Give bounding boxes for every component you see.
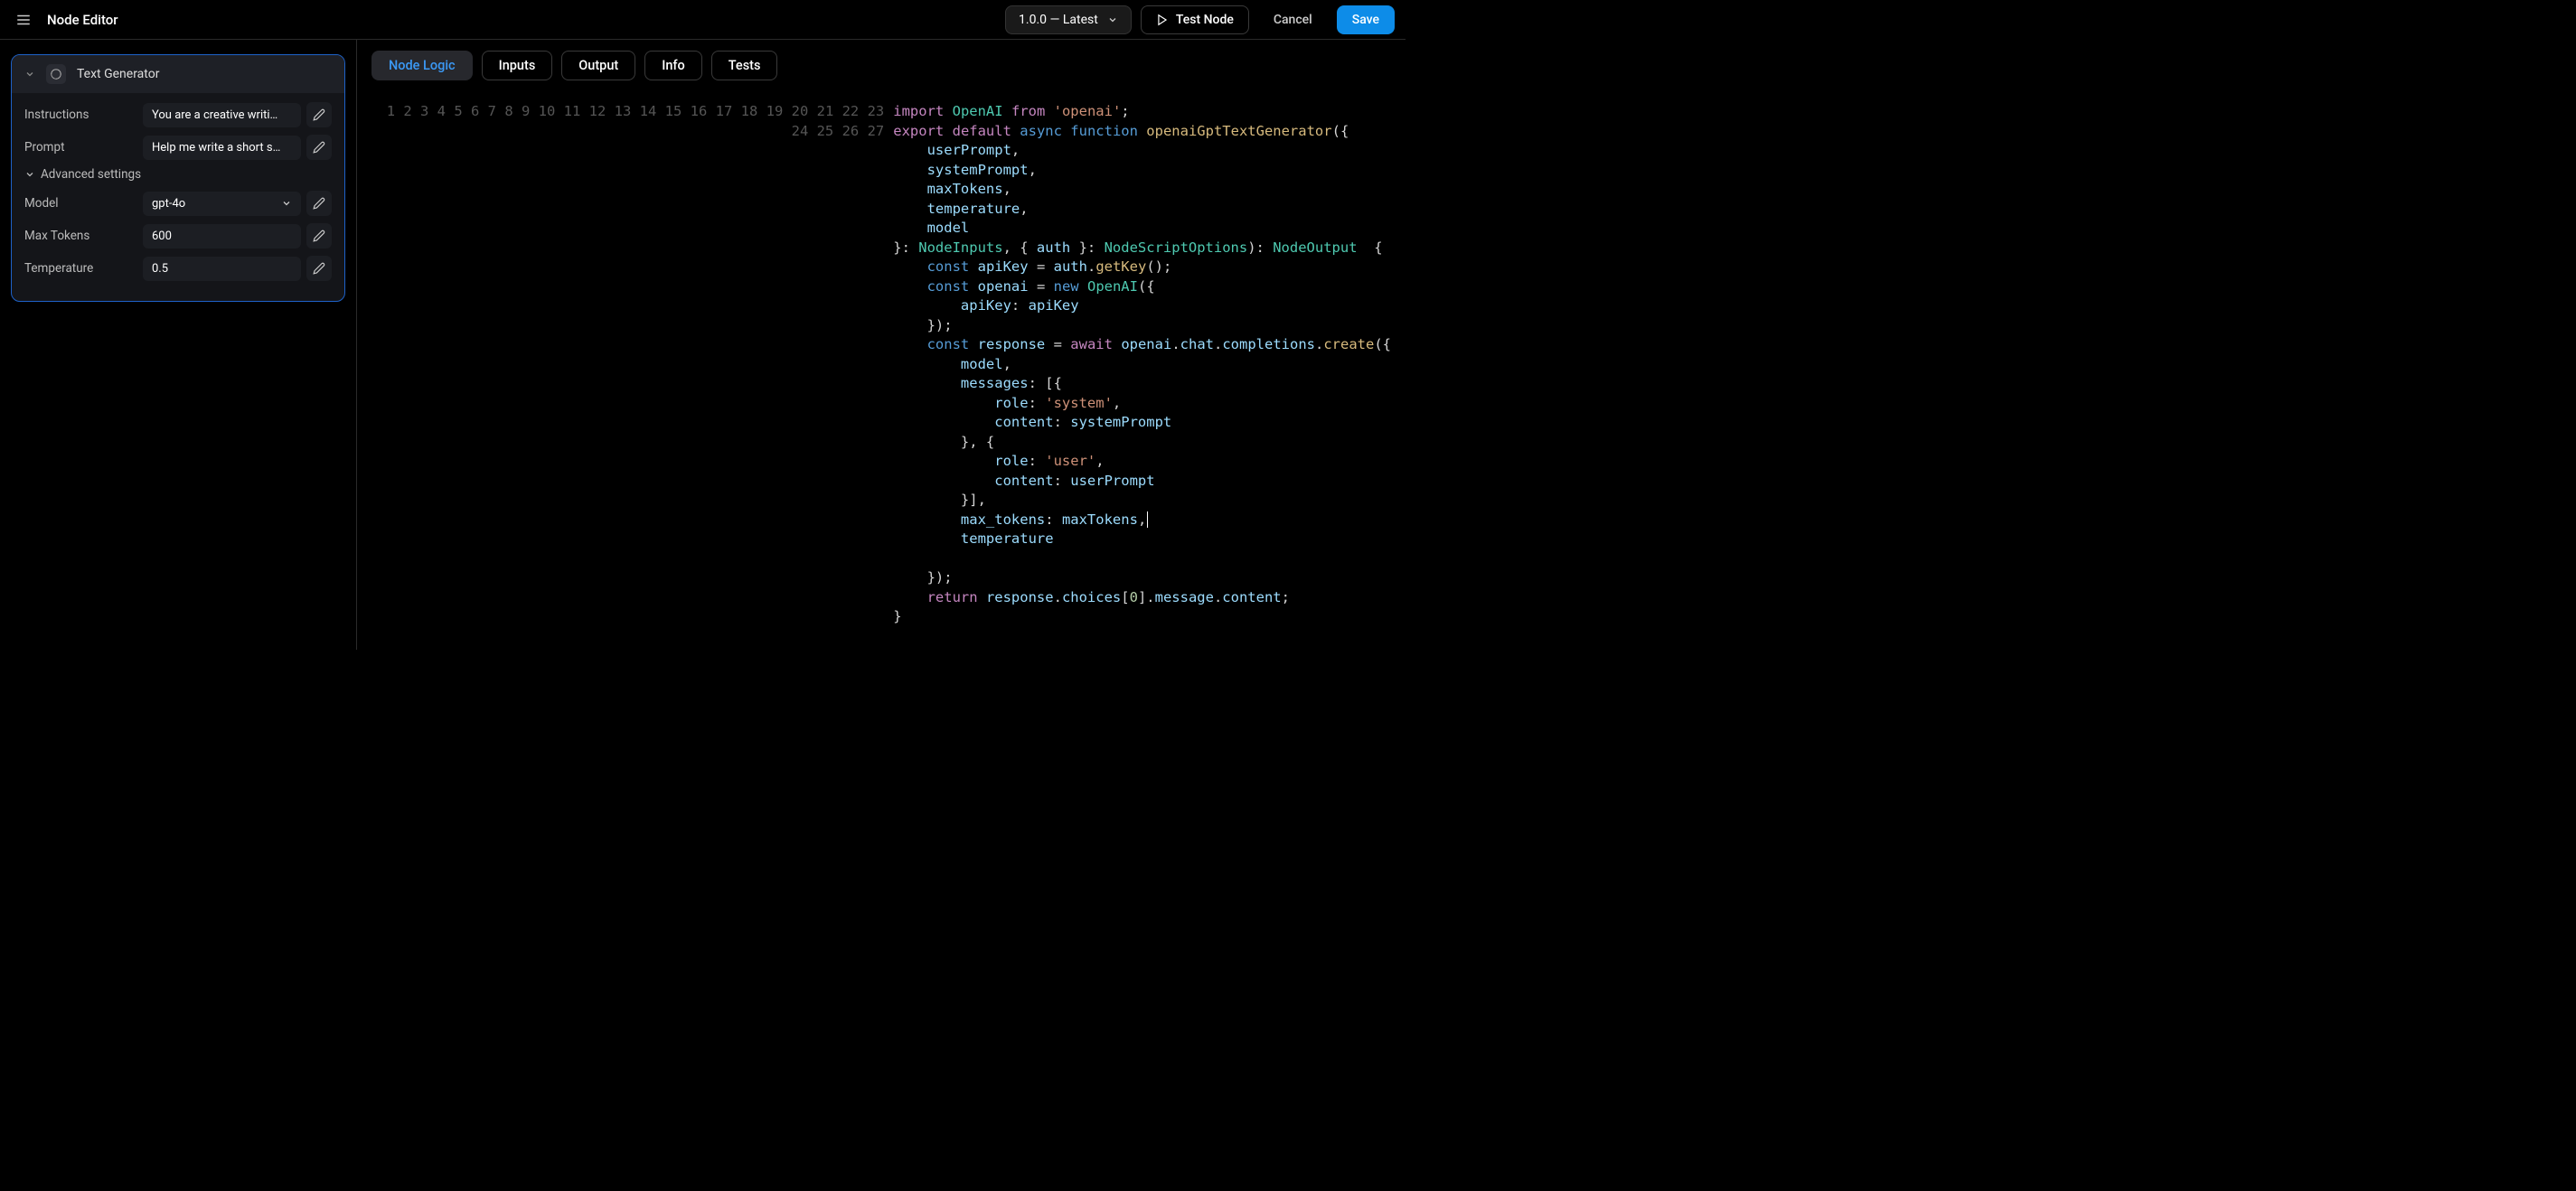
tab-node-logic[interactable]: Node Logic bbox=[371, 51, 473, 80]
version-select[interactable]: 1.0.0 — Latest bbox=[1005, 5, 1132, 34]
chevron-down-icon bbox=[24, 169, 35, 180]
node-title: Text Generator bbox=[77, 67, 159, 81]
pencil-icon bbox=[313, 108, 325, 121]
page-title: Node Editor bbox=[47, 12, 118, 28]
sidebar: Text Generator Instructions You are a cr… bbox=[0, 40, 357, 650]
node-card: Text Generator Instructions You are a cr… bbox=[11, 54, 345, 302]
instructions-value[interactable]: You are a creative writi… bbox=[143, 103, 301, 127]
line-gutter: 1 2 3 4 5 6 7 8 9 10 11 12 13 14 15 16 1… bbox=[371, 102, 893, 650]
test-node-button[interactable]: Test Node bbox=[1141, 5, 1249, 34]
cancel-button[interactable]: Cancel bbox=[1258, 5, 1328, 34]
version-label: 1.0.0 — Latest bbox=[1019, 13, 1098, 27]
play-icon bbox=[1156, 14, 1169, 26]
edit-prompt-button[interactable] bbox=[306, 135, 332, 160]
menu-button[interactable] bbox=[11, 7, 36, 33]
prompt-label: Prompt bbox=[24, 140, 124, 155]
temperature-label: Temperature bbox=[24, 261, 124, 276]
node-card-header[interactable]: Text Generator bbox=[12, 55, 344, 93]
test-node-label: Test Node bbox=[1176, 13, 1234, 27]
openai-icon bbox=[46, 64, 66, 84]
pencil-icon bbox=[313, 141, 325, 154]
edit-instructions-button[interactable] bbox=[306, 102, 332, 127]
cancel-label: Cancel bbox=[1274, 13, 1312, 27]
tab-inputs[interactable]: Inputs bbox=[482, 51, 553, 80]
chevron-down-icon bbox=[24, 69, 35, 80]
instructions-label: Instructions bbox=[24, 108, 124, 122]
code-content[interactable]: import OpenAI from 'openai'; export defa… bbox=[893, 102, 1391, 650]
pencil-icon bbox=[313, 262, 325, 275]
pencil-icon bbox=[313, 197, 325, 210]
advanced-settings-label: Advanced settings bbox=[41, 167, 141, 182]
pencil-icon bbox=[313, 230, 325, 242]
save-button[interactable]: Save bbox=[1337, 5, 1395, 34]
tab-info[interactable]: Info bbox=[644, 51, 702, 80]
edit-model-button[interactable] bbox=[306, 191, 332, 216]
edit-temperature-button[interactable] bbox=[306, 256, 332, 281]
chevron-down-icon bbox=[1107, 14, 1118, 25]
model-label: Model bbox=[24, 196, 124, 211]
code-editor[interactable]: 1 2 3 4 5 6 7 8 9 10 11 12 13 14 15 16 1… bbox=[357, 91, 1406, 650]
max-tokens-value[interactable]: 600 bbox=[143, 224, 301, 249]
save-label: Save bbox=[1352, 13, 1379, 27]
tabs: Node Logic Inputs Output Info Tests bbox=[357, 40, 1406, 91]
model-value: gpt-4o bbox=[152, 197, 185, 211]
model-select[interactable]: gpt-4o bbox=[143, 192, 301, 216]
hamburger-icon bbox=[15, 12, 32, 28]
temperature-value[interactable]: 0.5 bbox=[143, 257, 301, 281]
tab-tests[interactable]: Tests bbox=[711, 51, 778, 80]
edit-max-tokens-button[interactable] bbox=[306, 223, 332, 249]
advanced-settings-toggle[interactable]: Advanced settings bbox=[24, 167, 332, 182]
prompt-value[interactable]: Help me write a short s… bbox=[143, 136, 301, 160]
tab-output[interactable]: Output bbox=[561, 51, 635, 80]
chevron-down-icon bbox=[281, 198, 292, 209]
max-tokens-label: Max Tokens bbox=[24, 229, 124, 243]
